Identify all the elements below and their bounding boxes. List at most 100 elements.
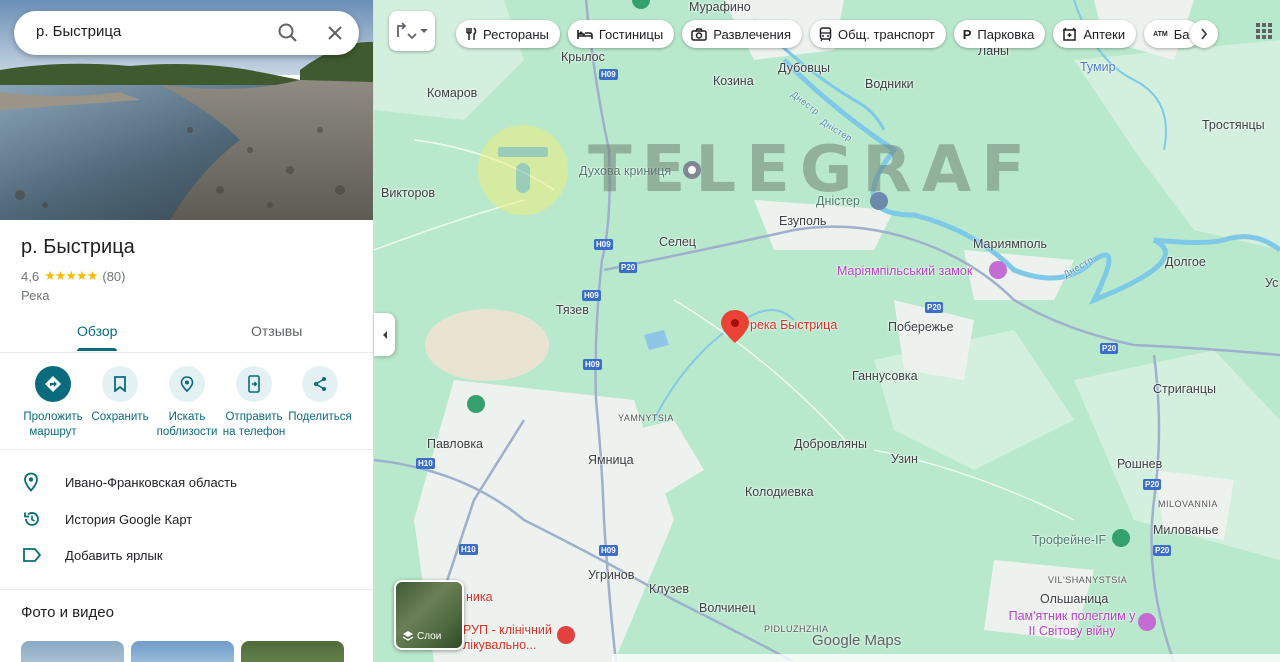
camera-icon (691, 27, 707, 41)
map-label[interactable]: Волчинец (699, 601, 756, 615)
tab-overview[interactable]: Обзор (77, 323, 117, 339)
map-label[interactable]: Узин (891, 452, 918, 466)
share-button[interactable]: Поделиться (285, 366, 355, 425)
search-input[interactable] (36, 23, 266, 40)
history-text: История Google Карт (65, 511, 193, 527)
map-label[interactable]: Тязев (556, 303, 589, 317)
nearby-button[interactable]: Искать поблизости (152, 366, 222, 440)
road-shield: H09 (582, 290, 601, 301)
google-maps-logo: Google Maps (812, 632, 902, 649)
layers-text: Слои (417, 630, 442, 642)
map-label[interactable]: Рошнев (1117, 457, 1162, 471)
region-text: Ивано-Франковская область (65, 474, 237, 490)
map-label[interactable]: Маріямпільський замок (837, 264, 972, 278)
map-label[interactable]: Дубовцы (778, 61, 830, 75)
nearby-icon (169, 366, 205, 402)
photo-thumbnail[interactable] (241, 641, 344, 662)
add-label-text: Добавить ярлык (65, 547, 163, 563)
divider (0, 589, 373, 590)
info-row-label[interactable]: Добавить ярлык (22, 543, 163, 567)
chevron-right-icon (1201, 28, 1208, 40)
rating-row[interactable]: 4,6 ★★★★★ (80) (21, 268, 125, 284)
map-label[interactable]: Тростянцы (1202, 118, 1265, 132)
save-button[interactable]: Сохранить (85, 366, 155, 425)
map-label[interactable]: Побережье (888, 320, 954, 334)
directions-button[interactable]: Проложить маршрут (18, 366, 88, 440)
watermark-logo-icon (478, 125, 568, 215)
directions-icon (35, 366, 71, 402)
search-box (14, 11, 359, 55)
map-label[interactable]: Колодиевка (745, 485, 814, 499)
map-label[interactable]: Мурафино (689, 0, 751, 14)
map-footer (612, 654, 1280, 662)
map-label[interactable]: Мариямполь (973, 237, 1047, 251)
map-label[interactable]: Ямница (588, 453, 634, 467)
map-label[interactable]: Ольшаница (1040, 592, 1108, 606)
tab-reviews[interactable]: Отзывы (251, 323, 302, 339)
photo-thumbnail[interactable] (21, 641, 124, 662)
transit-icon (819, 26, 832, 41)
map-label[interactable]: Трофейне-IF (1032, 533, 1106, 547)
road-shield: P20 (925, 302, 944, 313)
travel-mode-button[interactable] (389, 11, 435, 51)
map-label[interactable]: Ганнусовка (852, 369, 918, 383)
photo-thumbnail[interactable] (131, 641, 234, 662)
map-label[interactable]: Водники (865, 77, 914, 91)
share-label: Поделиться (288, 411, 352, 423)
map-label[interactable]: Милованье (1153, 523, 1219, 537)
map-label[interactable]: ника (466, 590, 493, 604)
map-label[interactable]: Козина (713, 74, 754, 88)
google-apps-button[interactable] (1254, 21, 1274, 41)
map-label[interactable]: РУП - клінічний лікувально... (463, 623, 568, 653)
map-label[interactable]: Стриганцы (1153, 382, 1216, 396)
map-label[interactable]: Клузев (649, 582, 689, 596)
map-label[interactable]: Комаров (427, 86, 477, 100)
map-label[interactable]: Ус (1265, 276, 1278, 290)
map-label[interactable]: VIL'SHANYSTSIA (1048, 575, 1127, 585)
send-to-phone-button[interactable]: Отправить на телефон (219, 366, 289, 440)
info-row-history[interactable]: История Google Карт (22, 507, 192, 531)
place-panel: р. Быстрица 4,6 ★★★★★ (80) Река Обзор От… (0, 0, 374, 662)
parking-icon: P (962, 26, 972, 42)
map-canvas[interactable]: Мурафино Крылос Комаров Козина Дубовцы В… (374, 0, 1280, 662)
map-label[interactable]: Тумир (1080, 60, 1116, 74)
map-label[interactable]: Добровляны (794, 437, 867, 451)
hotel-icon (577, 30, 593, 39)
map-label[interactable]: Езуполь (779, 214, 826, 228)
road-shield: P20 (1100, 343, 1119, 354)
close-icon[interactable] (323, 21, 347, 45)
place-type: Река (21, 288, 50, 303)
map-label[interactable]: Долгое (1165, 255, 1206, 269)
chips-next-button[interactable] (1190, 20, 1218, 48)
map-label[interactable]: Викторов (381, 186, 435, 200)
rating-value: 4,6 (21, 268, 40, 284)
chip-pharmacy[interactable]: Аптеки (1053, 20, 1137, 48)
chip-label: Парковка (977, 26, 1035, 42)
divider (0, 352, 373, 353)
map-label[interactable]: Селец (659, 235, 696, 249)
collapse-panel-button[interactable] (374, 313, 395, 356)
rating-stars-icon: ★★★★★ (44, 268, 98, 283)
map-label[interactable]: Крылос (561, 50, 605, 64)
share-icon (302, 366, 338, 402)
chip-restaurants[interactable]: Рестораны (456, 20, 560, 48)
chip-entertainment[interactable]: Развлечения (682, 20, 802, 48)
map-label[interactable]: YAMNYTSIA (618, 413, 674, 423)
info-row-region[interactable]: Ивано-Франковская область (22, 470, 237, 494)
map-label[interactable]: река Быстрица (750, 318, 837, 332)
search-icon[interactable] (276, 21, 300, 45)
reviews-count[interactable]: (80) (102, 269, 125, 284)
map-label[interactable]: Пам'ятник полеглим у ІІ Світову війну (1007, 609, 1137, 639)
map-label[interactable]: MILOVANNIA (1158, 499, 1218, 509)
road-shield: H09 (599, 545, 618, 556)
nearby-label: Искать поблизости (156, 411, 218, 438)
chip-transit[interactable]: Общ. транспорт (809, 20, 946, 48)
map-label[interactable]: Павловка (427, 437, 483, 451)
chevron-down-icon (420, 29, 428, 33)
telegraf-watermark: TELEGRAF (478, 125, 1035, 215)
chip-hotels[interactable]: Гостиницы (567, 20, 675, 48)
map-label[interactable]: Угринов (588, 568, 634, 582)
layers-button[interactable]: Слои (394, 580, 464, 650)
road-shield: H09 (583, 359, 602, 370)
chip-parking[interactable]: P Парковка (953, 20, 1046, 48)
